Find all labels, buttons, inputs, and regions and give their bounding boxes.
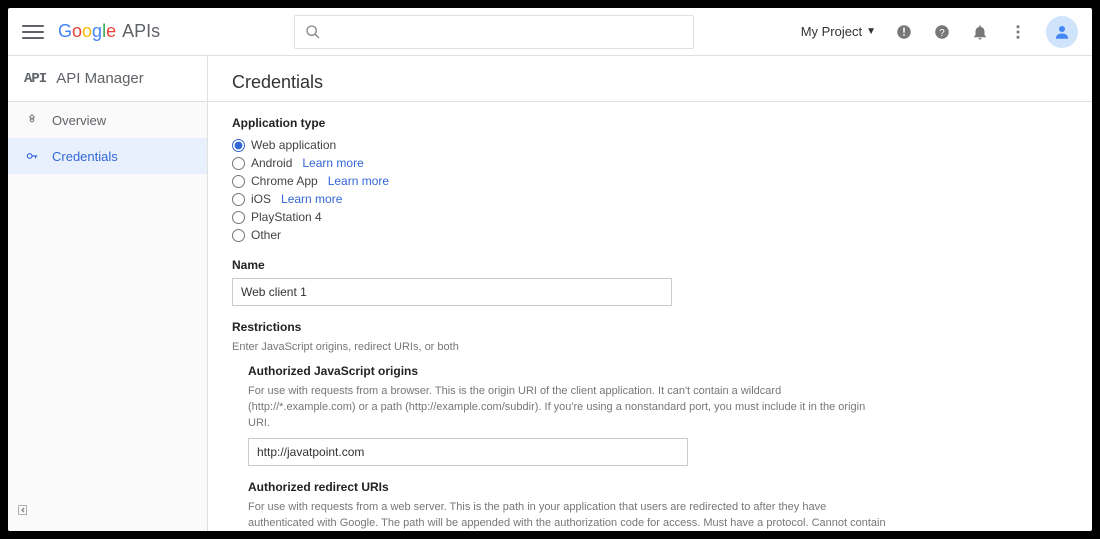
restrictions-heading: Restrictions — [232, 320, 1068, 334]
radio-playstation4[interactable] — [232, 211, 245, 224]
more-vert-icon[interactable] — [1008, 22, 1028, 42]
api-mark-icon: API — [24, 71, 46, 87]
alert-icon[interactable] — [894, 22, 914, 42]
app-type-chrome-app[interactable]: Chrome App Learn more — [232, 172, 1068, 190]
notifications-icon[interactable] — [970, 22, 990, 42]
restrictions-subtext: Enter JavaScript origins, redirect URIs,… — [232, 340, 872, 356]
radio-label: Chrome App — [251, 174, 318, 188]
app-type-playstation4[interactable]: PlayStation 4 — [232, 208, 1068, 226]
radio-ios[interactable] — [232, 193, 245, 206]
js-origin-input[interactable] — [248, 438, 688, 466]
sidebar-item-overview[interactable]: Overview — [8, 102, 207, 138]
radio-label: Other — [251, 228, 281, 242]
top-header: Google APIs My Project ▼ ? — [8, 8, 1092, 56]
account-avatar[interactable] — [1046, 16, 1078, 48]
app-type-ios[interactable]: iOS Learn more — [232, 190, 1068, 208]
learn-more-link[interactable]: Learn more — [281, 192, 342, 206]
js-origins-desc: For use with requests from a browser. Th… — [248, 384, 888, 432]
radio-label: PlayStation 4 — [251, 210, 322, 224]
project-selector[interactable]: My Project ▼ — [801, 24, 876, 39]
search-box[interactable] — [294, 15, 694, 49]
google-apis-logo[interactable]: Google APIs — [58, 21, 160, 42]
app-type-other[interactable]: Other — [232, 226, 1068, 244]
radio-label: Web application — [251, 138, 336, 152]
sidebar-item-label: Credentials — [52, 149, 118, 164]
sidebar-item-credentials[interactable]: Credentials — [8, 138, 207, 174]
sidebar-item-label: Overview — [52, 113, 106, 128]
sidebar-title-label: API Manager — [56, 70, 144, 87]
radio-chrome-app[interactable] — [232, 175, 245, 188]
overview-icon — [24, 112, 40, 128]
project-label: My Project — [801, 24, 862, 39]
hamburger-menu-icon[interactable] — [22, 21, 44, 43]
application-type-heading: Application type — [232, 116, 1068, 130]
redirect-uris-desc: For use with requests from a web server.… — [248, 500, 888, 531]
learn-more-link[interactable]: Learn more — [328, 174, 389, 188]
sidebar: API API Manager Overview Credentials — [8, 56, 208, 531]
sidebar-title: API API Manager — [8, 56, 207, 102]
radio-android[interactable] — [232, 157, 245, 170]
radio-label: Android — [251, 156, 292, 170]
search-icon — [305, 24, 321, 40]
client-name-input[interactable] — [232, 278, 672, 306]
radio-other[interactable] — [232, 229, 245, 242]
chevron-down-icon: ▼ — [866, 26, 876, 37]
radio-web-application[interactable] — [232, 139, 245, 152]
js-origins-heading: Authorized JavaScript origins — [248, 364, 1068, 378]
page-title: Credentials — [232, 72, 1068, 93]
name-heading: Name — [232, 258, 1068, 272]
collapse-sidebar-icon[interactable] — [8, 492, 207, 531]
svg-text:?: ? — [939, 27, 945, 38]
radio-label: iOS — [251, 192, 271, 206]
key-icon — [24, 148, 40, 164]
help-icon[interactable]: ? — [932, 22, 952, 42]
main-content: Credentials Application type Web applica… — [208, 56, 1092, 531]
app-type-web-application[interactable]: Web application — [232, 136, 1068, 154]
search-input[interactable] — [329, 24, 683, 39]
learn-more-link[interactable]: Learn more — [302, 156, 363, 170]
app-type-android[interactable]: Android Learn more — [232, 154, 1068, 172]
redirect-uris-heading: Authorized redirect URIs — [248, 480, 1068, 494]
